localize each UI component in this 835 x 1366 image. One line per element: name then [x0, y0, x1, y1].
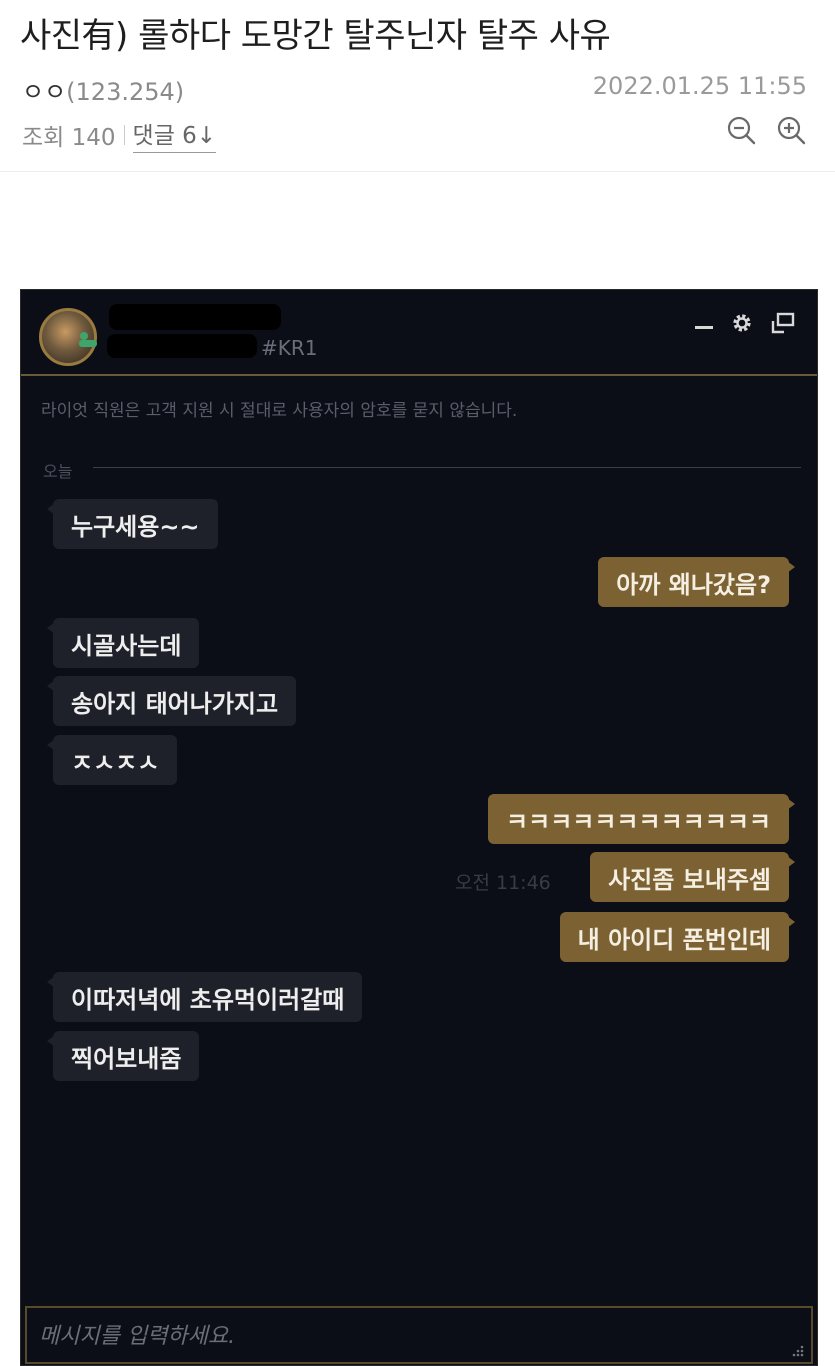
zoom-out-icon[interactable]: [725, 114, 757, 146]
message-timestamp: 오전 11:46: [455, 872, 551, 894]
settings-button[interactable]: [729, 308, 755, 338]
riot-tag: #KR1: [261, 336, 318, 360]
post-title: 사진有) 롤하다 도망간 탈주닌자 탈주 사유: [20, 16, 611, 56]
popout-window-icon: [771, 312, 795, 334]
zoom-controls: [725, 114, 807, 146]
message-bubble-in: 누구세용~~: [47, 499, 218, 549]
author-name[interactable]: ㅇㅇ: [22, 78, 66, 106]
post-author[interactable]: ㅇㅇ(123.254): [22, 72, 184, 107]
day-divider-line: [93, 467, 801, 468]
settings-gear-icon: [733, 314, 751, 332]
post-date: 2022.01.25 11:55: [592, 72, 807, 100]
header-divider: [0, 171, 835, 172]
message-bubble-out: 사진좀 보내주셈: [590, 852, 795, 902]
message-bubble-in: 송아지 태어나가지고: [46, 676, 297, 726]
chat-header: #KR1: [21, 290, 817, 376]
online-status-icon: [79, 332, 97, 347]
message-input[interactable]: [39, 1316, 759, 1356]
popout-button[interactable]: [769, 308, 797, 338]
minimize-button[interactable]: [693, 308, 715, 338]
chat-window: #KR1 라이엇 직원은 고객 지원 시 절대로 사용자의 암호를 묻지 않습니…: [20, 289, 818, 1366]
zoom-in-icon[interactable]: [775, 114, 807, 146]
message-bubble-out: 내 아이디 폰번인데: [559, 912, 796, 962]
redacted-name-bar: [109, 304, 281, 330]
stats-separator: [123, 124, 125, 145]
minimize-icon: [695, 326, 713, 329]
message-bubble-out: 아까 왜나갔음?: [598, 557, 795, 607]
message-bubble-in: 찍어보내줌: [46, 1031, 200, 1081]
redacted-id-bar: [107, 334, 257, 358]
day-divider-label: 오늘: [43, 462, 73, 481]
message-bubble-in: ㅈㅅㅈㅅ: [46, 735, 178, 785]
resize-grip-icon[interactable]: [789, 1342, 805, 1358]
message-bubble-in: 시골사는데: [46, 618, 200, 668]
message-bubble-out: ㅋㅋㅋㅋㅋㅋㅋㅋㅋㅋㅋㅋ: [488, 794, 795, 844]
view-count: 조회 140: [22, 124, 116, 151]
post-stats: 조회 140 댓글 6↓: [22, 116, 217, 153]
author-ip: (123.254): [66, 78, 185, 106]
comment-count-link[interactable]: 댓글 6↓: [132, 116, 217, 153]
post-header: 사진有) 롤하다 도망간 탈주닌자 탈주 사유 ㅇㅇ(123.254) 2022…: [0, 0, 835, 172]
security-notice: 라이엇 직원은 고객 지원 시 절대로 사용자의 암호를 묻지 않습니다.: [41, 401, 518, 421]
message-bubble-in: 이따저녁에 초유먹이러갈때: [46, 972, 363, 1022]
message-input-box[interactable]: [25, 1306, 813, 1364]
